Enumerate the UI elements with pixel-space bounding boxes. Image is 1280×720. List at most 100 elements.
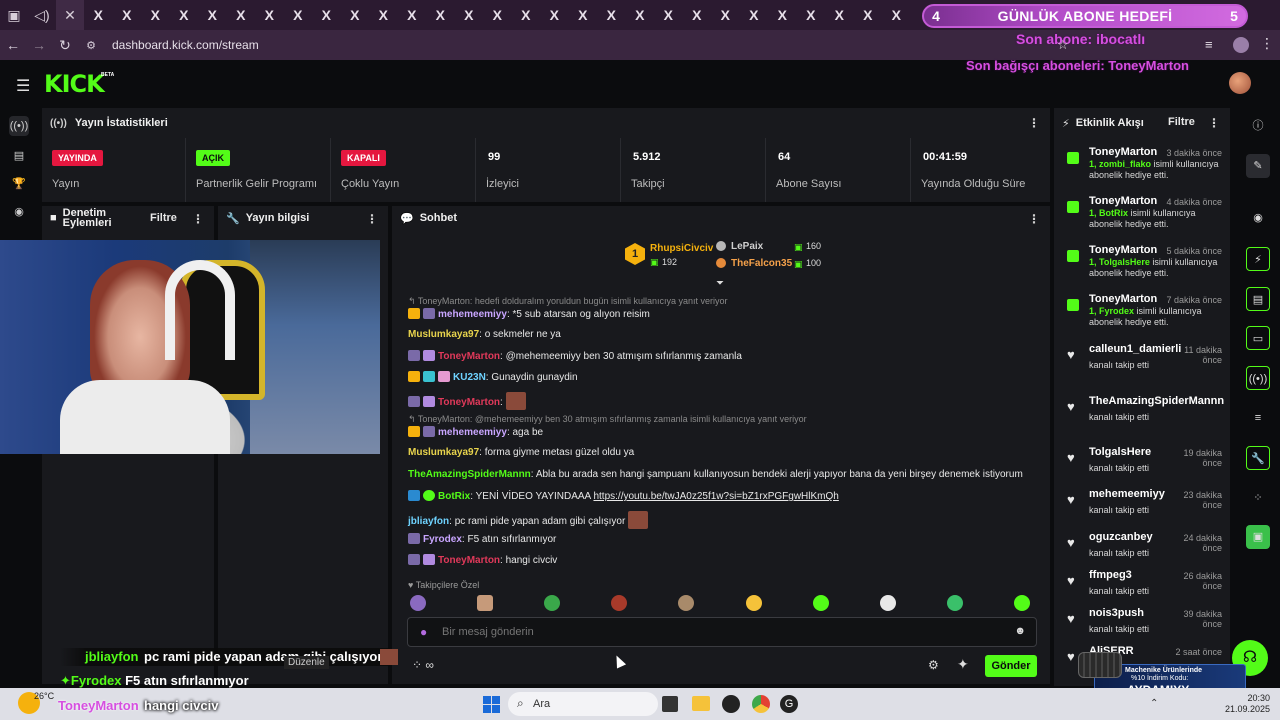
windows-start-icon[interactable]: [483, 696, 500, 713]
drops-icon[interactable]: ⁘ ∞: [412, 658, 434, 672]
forward-icon[interactable]: →: [26, 37, 52, 53]
tab-close-icon[interactable]: X: [341, 7, 370, 23]
url-field[interactable]: dashboard.kick.com/stream: [112, 38, 259, 52]
info-menu-icon[interactable]: ⋮: [366, 212, 378, 226]
chat-username[interactable]: mehemeemiyy: [438, 309, 507, 320]
pencil-icon[interactable]: ✎: [1246, 154, 1270, 178]
clock-date[interactable]: 21.09.2025: [1222, 704, 1270, 714]
expand-icon[interactable]: ⏷: [716, 278, 724, 289]
settings-icon[interactable]: ⚙: [928, 658, 939, 672]
stats-icon[interactable]: ▤: [9, 146, 29, 166]
tab-close-icon[interactable]: X: [113, 7, 142, 23]
chat-menu-icon[interactable]: ⋮: [1028, 212, 1040, 226]
send-button[interactable]: Gönder: [985, 655, 1037, 677]
menu-icon[interactable]: ⋮: [1260, 35, 1274, 52]
gift-recipient[interactable]: 1, BotRix: [1089, 208, 1128, 218]
chat-username[interactable]: Fyrodex: [423, 534, 462, 545]
tab-close-icon[interactable]: X: [597, 7, 626, 23]
site-info-icon[interactable]: ⚙: [78, 39, 104, 52]
chat-username[interactable]: TheAmazingSpiderMannn: [408, 469, 531, 480]
mic-icon[interactable]: ●: [420, 625, 427, 639]
wrench-icon[interactable]: 🔧: [1246, 446, 1270, 470]
event-username[interactable]: ToneyMarton: [1089, 195, 1157, 207]
tab-close-icon[interactable]: X: [398, 7, 427, 23]
mod-filter-button[interactable]: Filtre: [150, 212, 177, 224]
emote[interactable]: [544, 595, 561, 611]
chat-input[interactable]: [442, 622, 1002, 642]
tray-chevron-icon[interactable]: ⌃: [1150, 698, 1158, 709]
chat-username[interactable]: mehemeemiyy: [438, 427, 507, 438]
emote[interactable]: [946, 595, 963, 611]
tab-close-icon[interactable]: X: [369, 7, 398, 23]
tab-close-icon[interactable]: X: [284, 7, 313, 23]
layers-icon[interactable]: ≡: [1246, 406, 1270, 430]
stats-menu-icon[interactable]: ⋮: [1028, 116, 1040, 130]
user-avatar[interactable]: [1229, 72, 1251, 94]
mod-menu-icon[interactable]: ⋮: [192, 212, 204, 226]
taskbar-search[interactable]: ⌕ Ara: [508, 692, 658, 716]
emote[interactable]: [611, 595, 628, 611]
events-filter-button[interactable]: Filtre: [1168, 116, 1195, 128]
app-icon[interactable]: [722, 695, 740, 713]
event-username[interactable]: calleun1_damierli: [1089, 343, 1181, 355]
leader-3-name[interactable]: TheFalcon35: [731, 258, 792, 269]
tab-close-icon[interactable]: X: [626, 7, 655, 23]
app-icon[interactable]: ▣: [1246, 525, 1270, 549]
reload-icon[interactable]: ↻: [52, 37, 78, 54]
tab-close-icon[interactable]: X: [170, 7, 199, 23]
camera-icon[interactable]: ◉: [9, 202, 29, 222]
media-icon[interactable]: ≡: [1205, 37, 1213, 52]
profile-avatar[interactable]: [1233, 37, 1249, 53]
close-icon[interactable]: ✕: [56, 0, 84, 30]
tab-close-icon[interactable]: X: [569, 7, 598, 23]
trophy-icon[interactable]: 🏆: [9, 174, 29, 194]
emote[interactable]: [477, 595, 494, 611]
chat-username[interactable]: jbliayfon: [408, 516, 449, 527]
emote[interactable]: [678, 595, 695, 611]
tab-close-icon[interactable]: X: [455, 7, 484, 23]
gift-recipient[interactable]: 1, zombi_flako: [1089, 159, 1151, 169]
broadcast-icon[interactable]: ((•)): [9, 116, 29, 136]
tab-close-icon[interactable]: X: [198, 7, 227, 23]
chat-username[interactable]: Muslumkaya97: [408, 447, 479, 458]
chrome-icon[interactable]: [752, 695, 770, 713]
tab-close-icon[interactable]: X: [141, 7, 170, 23]
tab-close-icon[interactable]: X: [797, 7, 826, 23]
leader-2-name[interactable]: LePaix: [731, 241, 763, 252]
tab-close-icon[interactable]: X: [227, 7, 256, 23]
emoji-icon[interactable]: ☻: [1014, 625, 1026, 637]
emote[interactable]: [745, 595, 762, 611]
tab-close-icon[interactable]: X: [882, 7, 911, 23]
chat-username[interactable]: Muslumkaya97: [408, 329, 479, 340]
back-icon[interactable]: ←: [0, 37, 26, 53]
chat-username[interactable]: ToneyMarton: [438, 397, 500, 408]
emote[interactable]: [1013, 595, 1030, 611]
kick-logo[interactable]: KICK: [44, 70, 105, 98]
emote[interactable]: [812, 595, 829, 611]
tab-close-icon[interactable]: X: [255, 7, 284, 23]
tab-close-icon[interactable]: X: [711, 7, 740, 23]
gift-recipient[interactable]: 1, TolgalsHere: [1089, 257, 1150, 267]
hamburger-icon[interactable]: ☰: [16, 76, 30, 96]
event-username[interactable]: mehemeemiyy: [1089, 488, 1165, 500]
edit-button[interactable]: Düzenle: [284, 656, 329, 669]
event-username[interactable]: ToneyMarton: [1089, 146, 1157, 158]
app-icon[interactable]: G: [780, 695, 798, 713]
tab-close-icon[interactable]: X: [740, 7, 769, 23]
chat-username[interactable]: ToneyMarton: [438, 351, 500, 362]
gift-recipient[interactable]: 1, Fyrodex: [1089, 306, 1134, 316]
tab-favicon[interactable]: ▣: [0, 0, 28, 30]
speaker-icon[interactable]: ◁): [28, 0, 56, 30]
event-username[interactable]: ffmpeg3: [1089, 569, 1132, 581]
leader-1-name[interactable]: RhupsiCivciv: [650, 243, 713, 254]
camera-icon[interactable]: ◉: [1246, 206, 1270, 230]
clock-time[interactable]: 20:30: [1222, 693, 1270, 703]
tab-close-icon[interactable]: X: [84, 7, 113, 23]
chat-link[interactable]: https://youtu.be/twJA0z25f1w?si=bZ1rxPGF…: [593, 491, 838, 502]
chat-username[interactable]: BotRix: [438, 491, 470, 502]
tab-close-icon[interactable]: X: [854, 7, 883, 23]
emote[interactable]: [879, 595, 896, 611]
tab-close-icon[interactable]: X: [654, 7, 683, 23]
event-username[interactable]: ToneyMarton: [1089, 293, 1157, 305]
event-username[interactable]: TheAmazingSpiderMannn: [1089, 395, 1224, 407]
